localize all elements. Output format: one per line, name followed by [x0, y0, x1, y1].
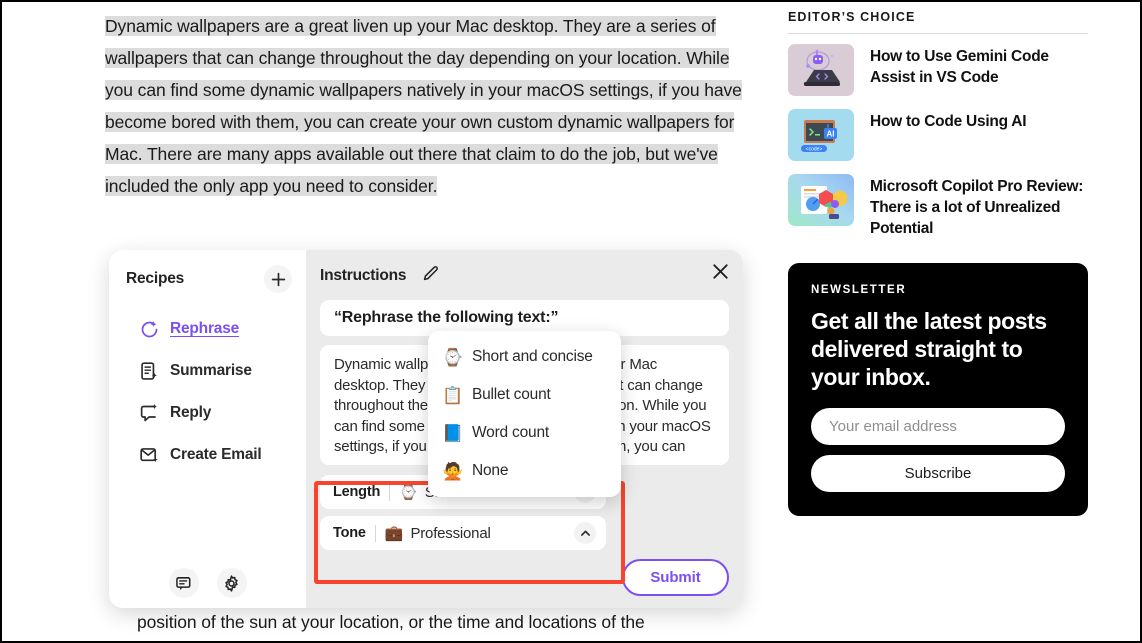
create-email-icon	[140, 447, 158, 462]
menu-item-label: Short and concise	[472, 348, 593, 365]
chevron-up-icon[interactable]	[574, 522, 596, 544]
recipes-footer	[109, 568, 306, 598]
briefcase-icon: 💼	[384, 524, 404, 542]
recipe-item-rephrase[interactable]: Rephrase	[119, 308, 296, 350]
menu-item-short-and-concise[interactable]: ⌚ Short and concise	[428, 338, 621, 376]
menu-item-label: None	[472, 462, 509, 479]
recipe-item-summarise[interactable]: Summarise	[119, 350, 296, 392]
close-icon[interactable]	[712, 263, 729, 285]
gemini-code-assist-thumbnail	[788, 44, 854, 96]
recipes-rail: Recipes Rephrase Summarise Reply Create …	[109, 250, 306, 608]
menu-item-label: Word count	[472, 424, 549, 441]
recipe-item-create-email[interactable]: Create Email	[119, 434, 296, 476]
browser-viewport: Dynamic wallpapers are a great liven up …	[0, 0, 1142, 643]
menu-item-none[interactable]: 🙅 None	[428, 452, 621, 490]
sidebar-article-title: Microsoft Copilot Pro Review: There is a…	[870, 178, 1084, 237]
tone-value: Professional	[410, 524, 491, 542]
code-using-ai-thumbnail: AI <code>	[788, 109, 854, 161]
settings-gear-icon[interactable]	[216, 568, 247, 598]
recipes-header: Recipes	[109, 264, 306, 294]
person-gesturing-no-icon: 🙅	[442, 461, 464, 481]
blue-book-icon: 📘	[442, 423, 464, 443]
instructions-header: Instructions	[320, 262, 729, 290]
article-paragraph: Dynamic wallpapers are a great liven up …	[105, 10, 745, 202]
sidebar-article-3[interactable]: Microsoft Copilot Pro Review: There is a…	[788, 174, 1088, 239]
menu-item-bullet-count[interactable]: 📋 Bullet count	[428, 376, 621, 414]
divider	[788, 33, 1088, 34]
ai-assistant-panel: Recipes Rephrase Summarise Reply Create …	[109, 250, 743, 608]
newsletter-kicker: NEWSLETTER	[811, 284, 907, 296]
instructions-title: Instructions	[320, 267, 407, 284]
recipe-label: Summarise	[170, 362, 252, 379]
menu-item-label: Bullet count	[472, 386, 551, 403]
tone-select[interactable]: Tone 💼 Professional	[320, 516, 606, 550]
recipes-title: Recipes	[126, 270, 185, 287]
plus-icon[interactable]	[264, 265, 292, 293]
svg-text:AI: AI	[827, 130, 835, 139]
svg-text:<code>: <code>	[806, 146, 823, 152]
rephrase-icon	[141, 320, 158, 337]
clipboard-icon: 📋	[442, 385, 464, 405]
length-label: Length	[333, 484, 381, 500]
divider	[374, 524, 376, 542]
recipe-label: Reply	[170, 404, 212, 421]
sidebar-article-1[interactable]: How to Use Gemini Code Assist in VS Code	[788, 44, 1088, 96]
watch-icon: ⌚	[442, 347, 464, 367]
feedback-icon[interactable]	[168, 568, 199, 598]
subscribe-button[interactable]: Subscribe	[811, 455, 1065, 492]
submit-button[interactable]: Submit	[622, 559, 729, 596]
article-tail-line: position of the sun at your location, or…	[137, 612, 645, 632]
submit-label: Submit	[650, 569, 701, 586]
length-dropdown-menu: ⌚ Short and concise 📋 Bullet count 📘 Wor…	[428, 331, 621, 497]
prompt-text: “Rephrase the following text:”	[334, 309, 559, 326]
recipe-list: Rephrase Summarise Reply Create Email	[109, 308, 306, 476]
pencil-icon[interactable]	[422, 265, 440, 288]
copilot-pro-review-thumbnail	[788, 174, 854, 226]
newsletter-card: NEWSLETTER Get all the latest posts deli…	[788, 263, 1088, 516]
sidebar-article-title: How to Use Gemini Code Assist in VS Code	[870, 48, 1049, 86]
reply-icon	[140, 403, 157, 421]
divider	[389, 483, 391, 501]
summarise-icon	[141, 361, 157, 380]
editors-choice-title: EDITOR’S CHOICE	[788, 10, 916, 24]
email-field[interactable]	[811, 408, 1065, 445]
menu-item-word-count[interactable]: 📘 Word count	[428, 414, 621, 452]
selected-text: Dynamic wallpapers are a great liven up …	[105, 16, 742, 196]
watch-icon: ⌚	[399, 483, 418, 501]
newsletter-headline: Get all the latest posts delivered strai…	[811, 308, 1047, 390]
recipe-item-reply[interactable]: Reply	[119, 392, 296, 434]
recipe-label: Rephrase	[170, 320, 240, 337]
recipe-label: Create Email	[170, 446, 262, 463]
tone-label: Tone	[333, 525, 366, 541]
sidebar-article-title: How to Code Using AI	[870, 113, 1027, 130]
sidebar-article-2[interactable]: AI <code> How to Code Using AI	[788, 109, 1088, 161]
sidebar: EDITOR’S CHOICE How to Use Gemini Code A…	[788, 10, 1088, 516]
